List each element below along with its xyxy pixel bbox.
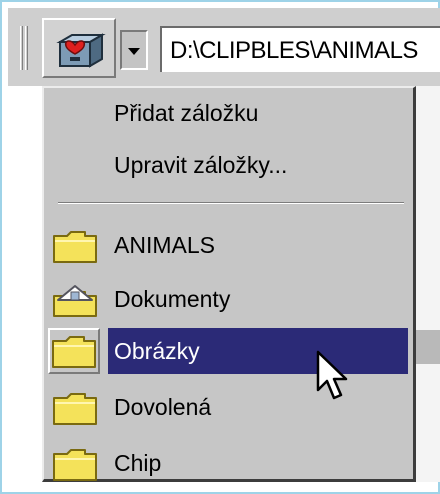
documents-folder-icon — [53, 285, 97, 317]
favorite-item-obrazky[interactable]: Obrázky — [44, 326, 413, 376]
favorites-folder-icon — [56, 33, 106, 68]
add-bookmark-item[interactable]: Přidat záložku — [114, 100, 258, 127]
favorite-label: Dovolená — [114, 394, 212, 420]
address-value: D:\CLIPBLES\ANIMALS — [170, 37, 418, 64]
mouse-cursor-icon — [316, 350, 348, 400]
favorite-item-animals[interactable]: ANIMALS — [44, 220, 413, 270]
toolbar-grip[interactable] — [20, 26, 28, 70]
address-field[interactable]: D:\CLIPBLES\ANIMALS — [160, 26, 440, 72]
folder-icon — [53, 231, 97, 263]
selected-icon-frame — [48, 328, 100, 374]
favorite-label: ANIMALS — [114, 232, 215, 258]
favorite-label: Obrázky — [114, 338, 200, 364]
favorite-item-chip[interactable]: Chip — [44, 438, 413, 488]
favorite-item-dovolena[interactable]: Dovolená — [44, 382, 413, 432]
favorite-item-dokumenty[interactable]: Dokumenty — [44, 274, 413, 324]
favorite-label: Dokumenty — [114, 286, 231, 312]
favorites-menu: Přidat záložku Upravit záložky... ANIMAL… — [42, 86, 416, 482]
edit-bookmarks-item[interactable]: Upravit záložky... — [114, 152, 287, 179]
address-toolbar: D:\CLIPBLES\ANIMALS — [8, 8, 440, 87]
favorites-dropdown-button[interactable] — [120, 30, 148, 70]
favorite-label: Chip — [114, 450, 162, 476]
chevron-down-icon — [128, 48, 140, 55]
folder-icon — [53, 393, 97, 425]
folder-icon — [53, 449, 97, 481]
favorites-button[interactable] — [42, 18, 116, 78]
folder-icon — [52, 336, 96, 368]
